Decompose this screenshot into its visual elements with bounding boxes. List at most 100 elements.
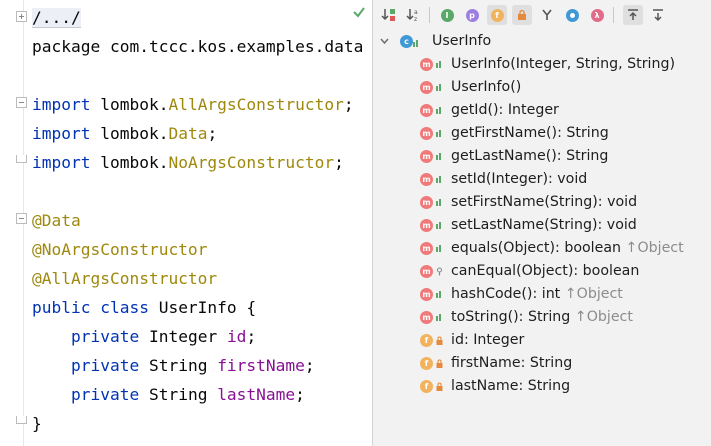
public-icon <box>436 130 441 137</box>
inherited-from-label: ↑Object <box>560 286 623 302</box>
code-line[interactable]: public class UserInfo { <box>32 293 256 322</box>
code-token-end: ; <box>334 153 344 172</box>
tree-item-field[interactable]: f id: Integer <box>373 329 711 352</box>
code-token-rest: String <box>139 356 218 375</box>
method-icon: m <box>420 173 433 186</box>
public-icon <box>436 61 441 68</box>
member-signature: setId(Integer): void <box>451 171 588 187</box>
code-token-fld: id <box>226 327 247 346</box>
sort-alphabetically-icon[interactable]: az <box>404 5 424 25</box>
tree-item-label: setLastName(String): void <box>451 214 637 237</box>
code-editor[interactable]: /.../ package com.tccc.kos.examples.data i… <box>0 0 372 446</box>
tree-item-label: hashCode(): int ↑Object <box>451 283 623 306</box>
tree-item-method[interactable]: m getLastName(): String <box>373 145 711 168</box>
code-line[interactable]: import lombok.NoArgsConstructor; <box>32 148 344 177</box>
fold-end-icon[interactable] <box>16 155 27 163</box>
code-token-kw: import <box>32 95 91 114</box>
arrow-up-icon: ↑ <box>621 240 638 256</box>
tree-item-label: canEqual(Object): boolean <box>451 260 639 283</box>
member-signature: hashCode(): int <box>451 286 561 302</box>
tree-item-label: equals(Object): boolean ↑Object <box>451 237 684 260</box>
code-token-ann: NoArgsConstructor <box>168 153 335 172</box>
autoscroll-from-source-icon[interactable] <box>648 5 668 25</box>
code-token-kw: public class <box>32 298 149 317</box>
code-line[interactable]: private Integer id; <box>32 322 256 351</box>
public-icon <box>436 314 441 321</box>
code-token-rest: lombok. <box>90 153 169 172</box>
show-anonymous-icon[interactable] <box>537 5 557 25</box>
check-icon[interactable] <box>352 5 366 19</box>
show-non-public-icon[interactable] <box>512 5 532 25</box>
show-lambdas-icon[interactable] <box>562 5 582 25</box>
public-icon <box>436 84 441 91</box>
fold-expand-icon[interactable] <box>16 11 27 22</box>
inherited-class-name: Object <box>576 286 623 302</box>
method-icon: m <box>420 127 433 140</box>
public-icon <box>436 245 441 252</box>
autoscroll-to-source-icon[interactable] <box>623 5 643 25</box>
tree-item-label: setId(Integer): void <box>451 168 587 191</box>
code-line[interactable]: } <box>32 409 42 438</box>
svg-text:z: z <box>414 16 417 23</box>
method-icon: m <box>420 288 433 301</box>
tree-item-method[interactable]: m setFirstName(String): void <box>373 191 711 214</box>
tree-item-label: toString(): String ↑Object <box>451 306 633 329</box>
show-properties-icon[interactable]: p <box>462 5 482 25</box>
tree-root-userinfo[interactable]: c UserInfo <box>373 30 711 53</box>
tree-item-method[interactable]: m UserInfo(Integer, String, String) <box>373 53 711 76</box>
inherited-from-label: ↑Object <box>621 240 684 256</box>
code-line[interactable]: @Data <box>32 206 81 235</box>
tree-item-method[interactable]: m setId(Integer): void <box>373 168 711 191</box>
tree-item-method[interactable]: m setLastName(String): void <box>373 214 711 237</box>
code-token-folded: /.../ <box>32 8 81 28</box>
tree-item-method[interactable]: m toString(): String ↑Object <box>373 306 711 329</box>
method-icon: m <box>420 311 433 324</box>
code-line[interactable]: private String lastName; <box>32 380 305 409</box>
tree-item-label: UserInfo(Integer, String, String) <box>451 53 675 76</box>
code-line[interactable]: private String firstName; <box>32 351 315 380</box>
code-token-ann: @Data <box>32 211 81 230</box>
code-token-end: ; <box>343 95 354 114</box>
tree-item-method[interactable]: m canEqual(Object): boolean <box>373 260 711 283</box>
chevron-down-icon[interactable] <box>380 38 389 45</box>
tree-item-method[interactable]: m equals(Object): boolean ↑Object <box>373 237 711 260</box>
member-signature: UserInfo(Integer, String, String) <box>451 56 676 72</box>
tree-item-label: setFirstName(String): void <box>451 191 637 214</box>
method-icon: m <box>420 104 433 117</box>
fold-collapse-icon[interactable] <box>16 213 27 224</box>
member-signature: lastName: String <box>451 378 571 394</box>
fold-end-icon[interactable] <box>16 416 27 424</box>
code-line[interactable]: import lombok.Data; <box>32 119 217 148</box>
tree-item-method[interactable]: m getFirstName(): String <box>373 122 711 145</box>
code-token-indent <box>32 327 71 346</box>
private-icon <box>436 359 443 368</box>
fold-collapse-icon[interactable] <box>16 97 27 108</box>
code-line[interactable]: package com.tccc.kos.examples.data <box>32 32 363 61</box>
arrow-up-icon: ↑ <box>560 286 577 302</box>
tree-item-method[interactable]: m getId(): Integer <box>373 99 711 122</box>
code-token-ann: Data <box>168 124 208 143</box>
show-inherited-icon[interactable]: I <box>437 5 457 25</box>
show-fields-icon[interactable]: f <box>487 5 507 25</box>
code-line[interactable]: @AllArgsConstructor <box>32 264 217 293</box>
tree-item-field[interactable]: f lastName: String <box>373 375 711 398</box>
structure-toolbar: az I p f λ <box>373 0 711 30</box>
member-signature: UserInfo() <box>451 79 522 95</box>
code-token-text: } <box>32 414 42 433</box>
show-lambda-icon[interactable]: λ <box>587 5 607 25</box>
tree-item-label: UserInfo() <box>451 76 521 99</box>
code-token-rest: Integer <box>139 327 227 346</box>
code-line[interactable]: import lombok.AllArgsConstructor; <box>32 90 354 119</box>
tree-item-method[interactable]: m UserInfo() <box>373 76 711 99</box>
tree-item-method[interactable]: m hashCode(): int ↑Object <box>373 283 711 306</box>
code-token-end: ; <box>304 356 315 375</box>
tree-item-label: getFirstName(): String <box>451 122 609 145</box>
code-token-ann: @AllArgsConstructor <box>32 269 218 288</box>
code-token-end: ; <box>295 385 305 404</box>
tree-item-field[interactable]: f firstName: String <box>373 352 711 375</box>
code-line[interactable]: /.../ <box>32 3 81 32</box>
code-token-ann: AllArgsConstructor <box>168 95 344 114</box>
inherited-class-name: Object <box>586 309 633 325</box>
code-line[interactable]: @NoArgsConstructor <box>32 235 207 264</box>
sort-by-type-icon[interactable] <box>379 5 399 25</box>
